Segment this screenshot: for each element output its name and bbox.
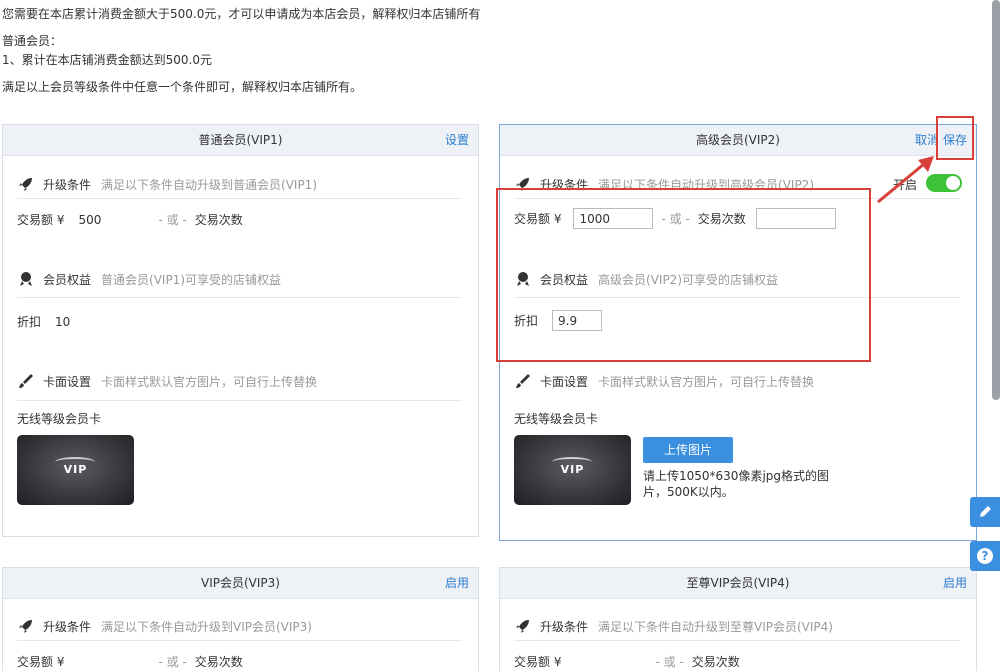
vip1-amount-value: 500 (78, 212, 102, 227)
vip3-enable-link[interactable]: 启用 (445, 576, 469, 590)
highlight-box-conditions (496, 188, 871, 362)
face-label: 卡面设置 (43, 374, 92, 389)
divider (514, 640, 960, 641)
vip2-card-image: VIP (514, 435, 631, 505)
vip2-face-row: 卡面设置 卡面样式默认官方图片，可自行上传替换 (514, 371, 814, 391)
divider (17, 400, 462, 401)
vip4-condition-row: 交易额 ¥ - 或 - 交易次数 (514, 653, 740, 670)
vip3-card: VIP会员(VIP3) 启用 升级条件 满足以下条件自动升级到VIP会员(VIP… (2, 567, 479, 671)
vip1-face-row: 卡面设置 卡面样式默认官方图片，可自行上传替换 (17, 371, 317, 391)
upgrade-desc: 满足以下条件自动升级到普通会员(VIP1) (101, 177, 317, 192)
trade-count-label: 交易次数 (691, 655, 740, 669)
svg-text:?: ? (982, 549, 989, 563)
vip2-wireless-label: 无线等级会员卡 (514, 410, 598, 427)
trade-count-label: 交易次数 (194, 655, 243, 669)
intro-line-4: 满足以上会员等级条件中任意一个条件即可，解释权归本店铺所有。 (2, 80, 363, 94)
intro-line-3: 1、累计在本店铺消费金额达到500.0元 (2, 53, 212, 67)
vip3-title: VIP会员(VIP3) (201, 576, 280, 590)
benefit-desc: 普通会员(VIP1)可享受的店铺权益 (101, 272, 281, 287)
upload-image-button[interactable]: 上传图片 (643, 437, 733, 463)
or-text: - 或 - (655, 655, 684, 669)
edit-float-button[interactable] (970, 497, 1000, 527)
face-label: 卡面设置 (540, 374, 589, 389)
benefit-label: 会员权益 (43, 272, 92, 287)
intro-line-1: 您需要在本店累计消费金额大于500.0元，才可以申请成为本店会员，解释权归本店铺… (2, 7, 481, 21)
vip4-enable-link[interactable]: 启用 (943, 576, 967, 590)
upgrade-label: 升级条件 (540, 619, 589, 634)
upload-hint: 请上传1050*630像素jpg格式的图片，500K以内。 (643, 469, 830, 499)
vip4-title: 至尊VIP会员(VIP4) (686, 576, 790, 590)
rocket-icon (19, 178, 32, 191)
face-desc: 卡面样式默认官方图片，可自行上传替换 (598, 374, 815, 389)
vip4-card: 至尊VIP会员(VIP4) 启用 升级条件 满足以下条件自动升级到至尊VIP会员… (499, 567, 977, 671)
wireless-card-label: 无线等级会员卡 (514, 412, 599, 426)
rocket-icon (19, 620, 32, 633)
vip1-wireless-label: 无线等级会员卡 (17, 410, 101, 427)
trade-amount-label: 交易额 ¥ (17, 213, 65, 227)
vip1-title: 普通会员(VIP1) (198, 133, 283, 147)
vip2-title: 高级会员(VIP2) (696, 133, 780, 147)
brush-icon (516, 374, 530, 388)
vip1-upgrade-row: 升级条件 满足以下条件自动升级到普通会员(VIP1) (17, 174, 317, 194)
vip-card-text: VIP (560, 463, 585, 476)
trade-amount-label: 交易额 ¥ (17, 655, 65, 669)
vip1-card: 普通会员(VIP1) 设置 升级条件 满足以下条件自动升级到普通会员(VIP1)… (2, 124, 479, 537)
intro-line-2: 普通会员： (2, 34, 63, 48)
face-desc: 卡面样式默认官方图片，可自行上传替换 (101, 374, 318, 389)
or-text: - 或 - (158, 655, 187, 669)
upgrade-label: 升级条件 (43, 177, 92, 192)
rocket-icon (516, 620, 529, 633)
trade-count-label: 交易次数 (194, 213, 243, 227)
vip1-settings-link[interactable]: 设置 (445, 133, 469, 147)
divider (17, 297, 462, 298)
medal-icon (20, 272, 32, 286)
vip3-condition-row: 交易额 ¥ - 或 - 交易次数 (17, 653, 243, 670)
vip1-card-image: VIP (17, 435, 134, 505)
wireless-card-label: 无线等级会员卡 (17, 412, 102, 426)
arrow-icon (877, 156, 934, 204)
scrollbar[interactable] (992, 0, 1000, 400)
upgrade-label: 升级条件 (43, 619, 92, 634)
upgrade-desc: 满足以下条件自动升级到VIP会员(VIP3) (101, 619, 312, 634)
vip3-header: VIP会员(VIP3) 启用 (3, 568, 478, 599)
vip3-upgrade-row: 升级条件 满足以下条件自动升级到VIP会员(VIP3) (17, 616, 312, 636)
brush-icon (19, 374, 33, 388)
help-float-button[interactable]: ? (970, 541, 1000, 571)
pencil-icon (980, 506, 991, 517)
or-text: - 或 - (158, 213, 187, 227)
vip1-condition-row: 交易额 ¥ 500 - 或 - 交易次数 (17, 211, 243, 228)
vip1-header: 普通会员(VIP1) 设置 (3, 125, 478, 156)
vip4-upgrade-row: 升级条件 满足以下条件自动升级到至尊VIP会员(VIP4) (514, 616, 833, 636)
vip4-header: 至尊VIP会员(VIP4) 启用 (500, 568, 976, 599)
discount-label: 折扣 (17, 315, 42, 329)
divider (17, 640, 462, 641)
upgrade-desc: 满足以下条件自动升级到至尊VIP会员(VIP4) (598, 619, 833, 634)
question-icon: ? (977, 548, 993, 564)
vip1-benefit-row: 会员权益 普通会员(VIP1)可享受的店铺权益 (17, 269, 281, 289)
divider (17, 198, 462, 199)
trade-amount-label: 交易额 ¥ (514, 655, 562, 669)
vip1-discount-value: 10 (55, 314, 71, 329)
vip-card-text: VIP (63, 463, 88, 476)
vip1-discount-row: 折扣 10 (17, 313, 135, 330)
